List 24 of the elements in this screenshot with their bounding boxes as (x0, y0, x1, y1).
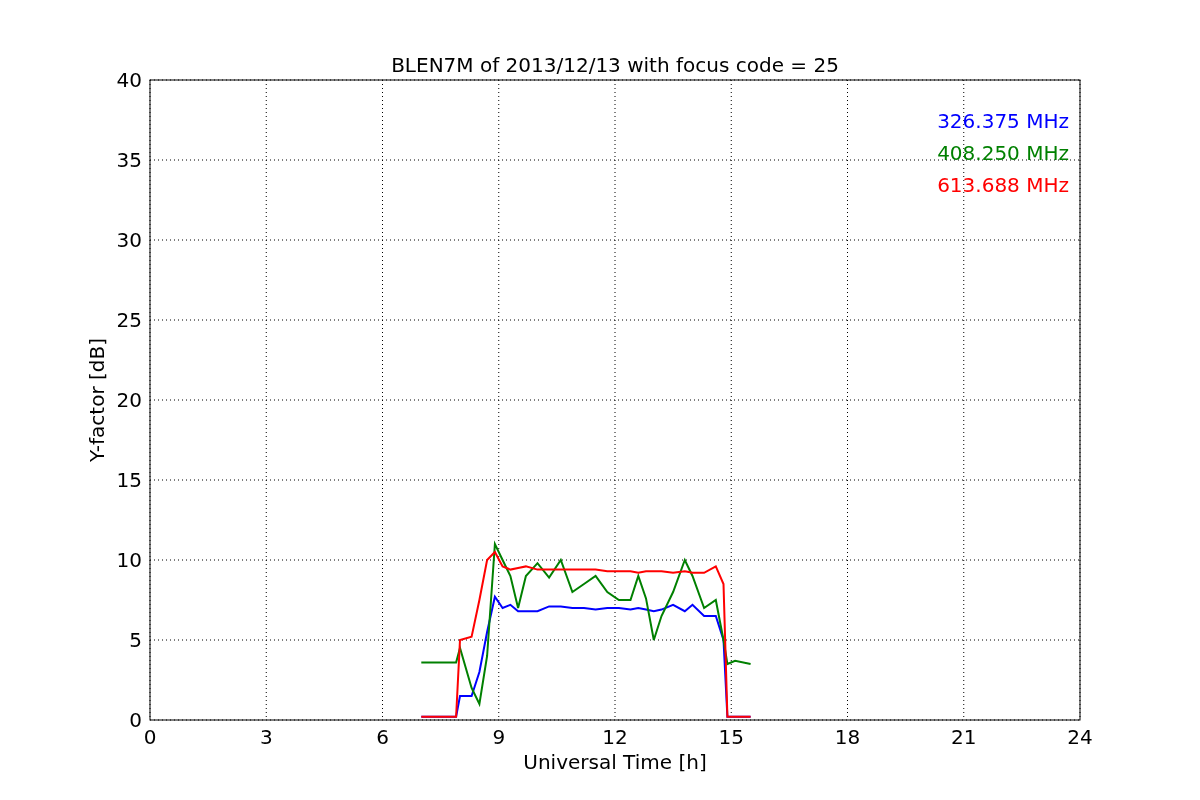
x-tick-label: 9 (492, 725, 506, 749)
y-tick-label: 35 (116, 148, 142, 172)
y-tick-label: 30 (116, 228, 142, 252)
y-tick-label: 40 (116, 68, 142, 92)
x-tick-label: 6 (376, 725, 389, 749)
y-tick-label: 25 (116, 308, 142, 332)
y-tick-label: 20 (116, 388, 142, 412)
x-tick-label: 18 (834, 725, 861, 749)
y-tick-label: 15 (116, 468, 142, 492)
x-tick-label: 21 (951, 725, 977, 749)
y-tick-label: 5 (129, 628, 142, 652)
x-tick-label: 12 (602, 725, 628, 749)
x-tick-label: 3 (259, 725, 273, 749)
x-tick-label: 15 (718, 725, 744, 749)
legend-label: 613.688 MHz (937, 173, 1069, 197)
x-tick-label: 0 (143, 725, 157, 749)
y-tick-label: 10 (116, 548, 142, 572)
chart-title: BLEN7M of 2013/12/13 with focus code = 25 (391, 53, 839, 77)
y-axis-label: Y-factor [dB] (85, 338, 109, 462)
legend-label: 408.250 MHz (937, 141, 1069, 165)
y-tick-label: 0 (129, 708, 142, 732)
x-tick-label: 24 (1067, 725, 1093, 749)
legend-label: 326.375 MHz (937, 109, 1069, 133)
x-axis-label: Universal Time [h] (523, 750, 707, 774)
